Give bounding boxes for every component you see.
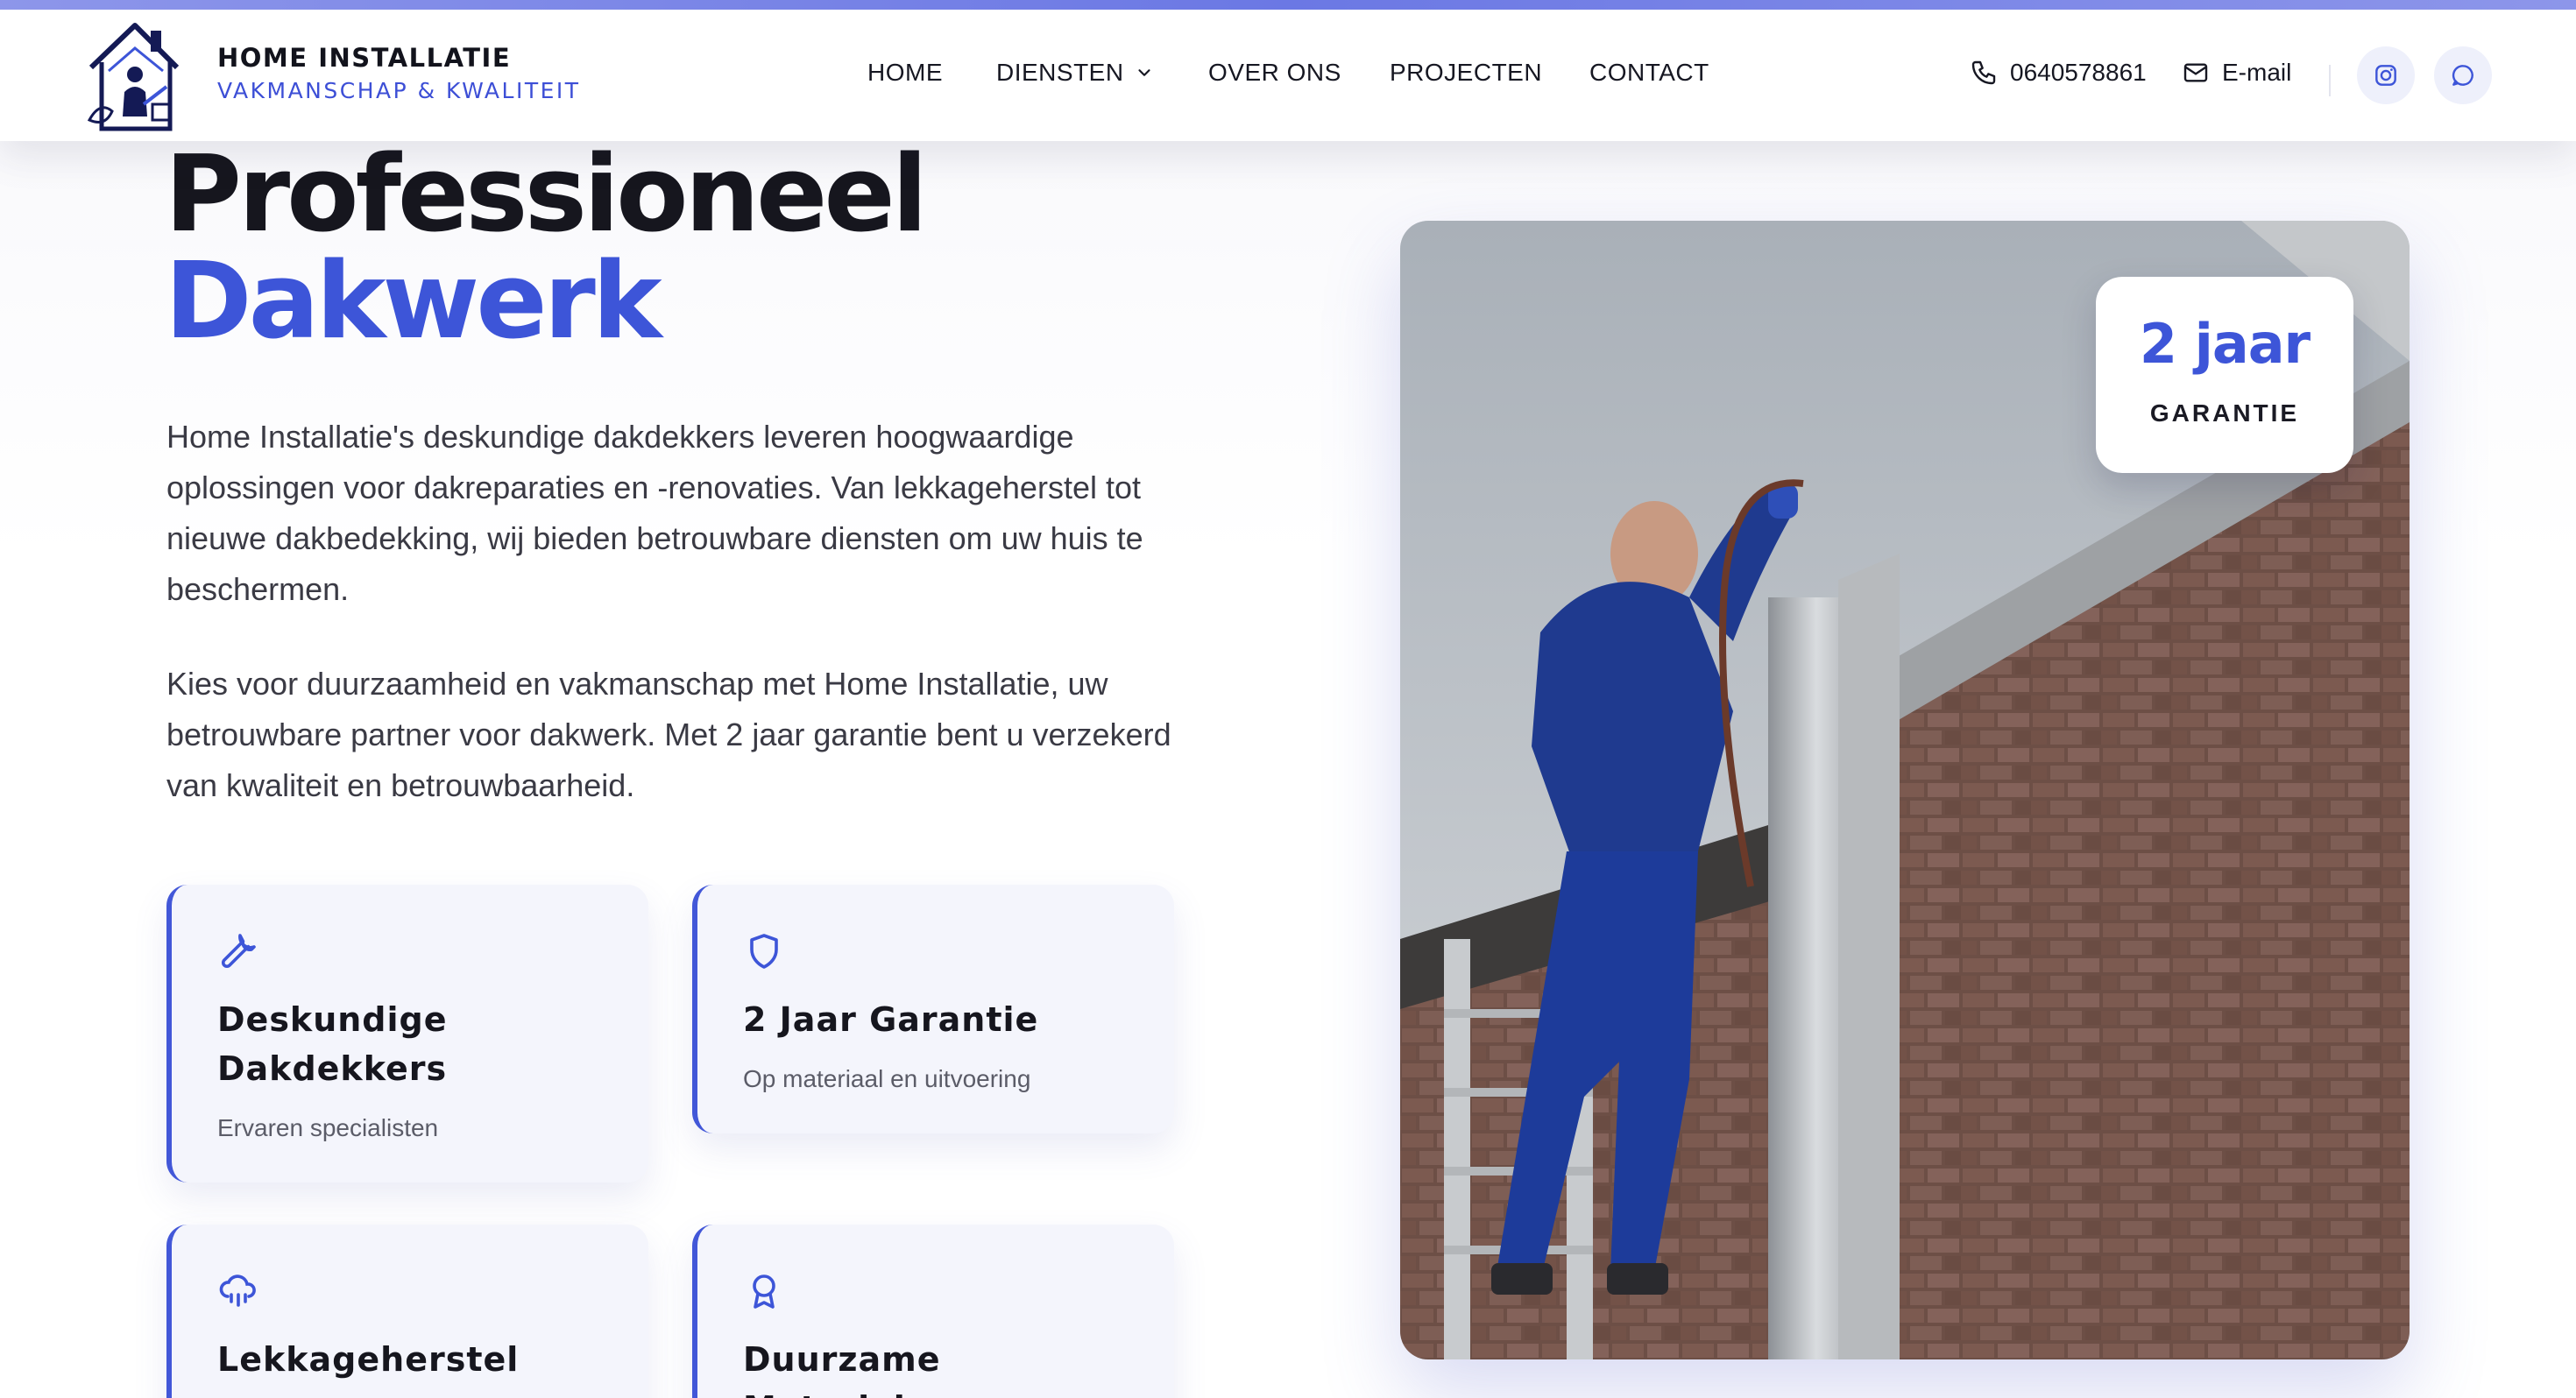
feature-title: Lekkageherstel <box>217 1340 520 1379</box>
feature-title: 2 Jaar Garantie <box>743 1000 1039 1039</box>
chat-button[interactable] <box>2434 46 2492 104</box>
brand-tagline: VAKMANSCHAP & KWALITEIT <box>217 78 581 103</box>
nav-divider <box>2329 65 2331 96</box>
logo[interactable]: HOME INSTALLATIE VAKMANSCHAP & KWALITEIT <box>82 13 626 136</box>
nav-item-label: DIENSTEN <box>996 59 1124 86</box>
hero-paragraph-1: Home Installatie's deskundige dakdekkers… <box>166 419 1143 607</box>
guarantee-badge: 2 jaar GARANTIE <box>2096 277 2353 473</box>
wrench-icon <box>221 934 256 969</box>
phone-number: 0640578861 <box>2010 59 2147 86</box>
page: HOME INSTALLATIE VAKMANSCHAP & KWALITEIT… <box>0 0 2576 1398</box>
brand-name: HOME INSTALLATIE <box>217 43 512 73</box>
nav-item-over-ons[interactable]: OVER ONS <box>1208 55 1341 90</box>
feature-desc: Ervaren specialisten <box>217 1114 439 1141</box>
chevron-down-icon <box>1137 69 1150 76</box>
logo-house-icon <box>87 23 180 131</box>
badge-label: GARANTIE <box>2149 399 2300 427</box>
feature-card-garantie[interactable]: 2 Jaar Garantie Op materiaal en uitvoeri… <box>692 885 1174 1133</box>
feature-desc: Op materiaal en uitvoering <box>743 1065 1031 1092</box>
feature-card-lekkageherstel[interactable]: Lekkageherstel <box>166 1225 648 1398</box>
phone-icon <box>1971 60 1996 85</box>
hero-title-line1: Professioneel <box>165 134 928 256</box>
nav-item-label: OVER ONS <box>1208 59 1341 86</box>
hero-paragraph-2: Kies voor duurzaamheid en vakmanschap me… <box>166 666 1171 803</box>
badge-value: 2 jaar <box>2139 312 2311 376</box>
phone-link[interactable]: 0640578861 <box>1970 55 2147 90</box>
nav-item-home[interactable]: HOME <box>867 55 943 90</box>
top-accent-bar <box>0 0 2576 10</box>
nav-item-label: CONTACT <box>1589 59 1709 86</box>
hero-title: Professioneel Dakwerk <box>165 134 928 363</box>
instagram-icon <box>2375 65 2396 86</box>
message-icon <box>2452 65 2473 86</box>
navbar: HOME INSTALLATIE VAKMANSCHAP & KWALITEIT… <box>0 10 2576 141</box>
cloud-rain-icon <box>219 1274 256 1307</box>
email-label: E-mail <box>2222 59 2292 86</box>
instagram-button[interactable] <box>2357 46 2415 104</box>
nav-item-label: PROJECTEN <box>1390 59 1543 86</box>
email-link[interactable]: E-mail <box>2182 55 2291 90</box>
mail-icon <box>2183 63 2208 82</box>
feature-card-materialen[interactable]: Duurzame Materialen <box>692 1225 1174 1398</box>
feature-card-deskundige[interactable]: Deskundige Dakdekkers Ervaren specialist… <box>166 885 648 1183</box>
nav-item-diensten[interactable]: DIENSTEN <box>996 55 1154 90</box>
hero-title-line2: Dakwerk <box>165 241 662 363</box>
shield-icon <box>750 934 778 969</box>
nav-item-contact[interactable]: CONTACT <box>1589 55 1709 90</box>
nav-item-projecten[interactable]: PROJECTEN <box>1390 55 1542 90</box>
award-icon <box>753 1274 775 1309</box>
feature-title: Duurzame Materialen <box>743 1340 953 1398</box>
feature-title: Deskundige Dakdekkers <box>217 1000 448 1088</box>
nav-item-label: HOME <box>867 59 943 86</box>
